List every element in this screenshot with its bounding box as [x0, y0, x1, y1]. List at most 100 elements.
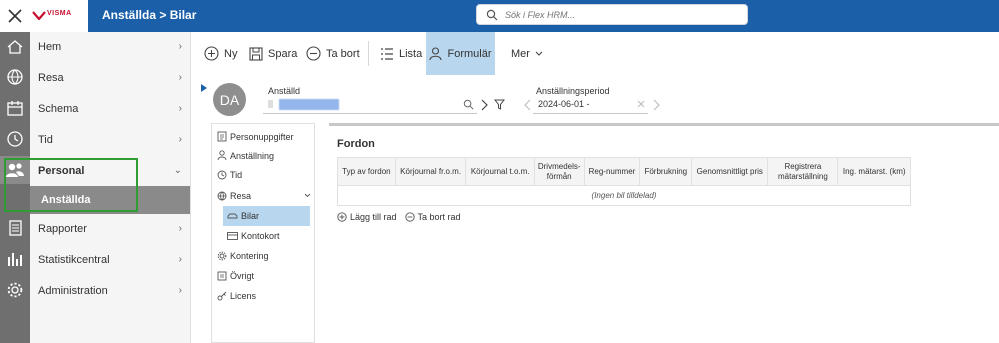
toolbar: Ny Spara Ta bort Lista Formulär Mer	[191, 32, 999, 75]
tree-item-personuppgifter[interactable]: Personuppgifter	[217, 127, 320, 146]
tree-item-anstallning[interactable]: Anställning	[217, 146, 320, 165]
clipboard-icon	[217, 131, 227, 142]
tree-item-label: Licens	[230, 290, 257, 301]
more-button[interactable]: Mer	[511, 32, 543, 75]
vehicle-panel: Fordon Typ av fordon Körjournal fr.o.m. …	[329, 123, 999, 343]
close-button[interactable]	[0, 0, 30, 32]
new-button-label: Ny	[224, 47, 238, 60]
tree-item-ovrigt[interactable]: Övrigt	[217, 266, 320, 285]
tree-item-licens[interactable]: Licens	[217, 286, 320, 305]
top-bar: VISMA Anställda > Bilar	[0, 0, 999, 32]
rail-travel[interactable]	[0, 63, 30, 91]
add-row-label: Lägg till rad	[350, 212, 397, 222]
period-select[interactable]: 2024-06-01 -	[533, 96, 648, 114]
collapse-arrow-icon[interactable]	[201, 84, 207, 92]
column-header[interactable]: Genomsnittligt pris	[691, 157, 769, 186]
form-view-label: Formulär	[447, 47, 492, 60]
period-value: 2024-06-01 -	[538, 99, 590, 109]
employee-label: Anställd	[268, 86, 301, 96]
tree-item-label: Bilar	[241, 211, 260, 221]
add-row-button[interactable]: Lägg till rad	[337, 212, 397, 222]
column-header[interactable]: Körjournal fr.o.m.	[394, 157, 467, 186]
close-icon	[8, 9, 22, 23]
toolbar-divider	[368, 41, 369, 66]
sidebar-item-schema[interactable]: Schema ›	[30, 94, 190, 124]
save-button-label: Spara	[268, 47, 298, 60]
delete-row-button[interactable]: Ta bort rad	[404, 212, 461, 222]
table-row: (Ingen bil tilldelad)	[337, 185, 911, 206]
search-input[interactable]	[505, 5, 745, 24]
new-button[interactable]: Ny	[204, 32, 237, 75]
chevron-right-icon: ›	[178, 134, 182, 145]
sidebar-item-tid[interactable]: Tid ›	[30, 125, 190, 155]
key-icon	[217, 291, 227, 300]
redacted-name	[279, 99, 339, 110]
rail-home[interactable]	[0, 33, 30, 61]
column-header[interactable]: Körjournal t.o.m.	[465, 157, 535, 186]
rail-schedule[interactable]	[0, 94, 30, 122]
sidebar-item-label: Statistikcentral	[38, 254, 110, 266]
gear-icon	[217, 251, 227, 260]
minus-circle-icon	[404, 212, 415, 222]
list-icon	[381, 47, 393, 60]
sidebar-item-rapporter[interactable]: Rapporter ›	[30, 214, 190, 244]
search-icon[interactable]	[463, 99, 474, 110]
close-icon[interactable]	[637, 100, 645, 108]
tree-item-label: Kontering	[230, 250, 269, 261]
sidebar-item-administration[interactable]: Administration ›	[30, 276, 190, 306]
sidebar-item-label: Tid	[38, 134, 53, 146]
chevron-left-icon[interactable]	[524, 99, 531, 111]
gear-icon	[7, 282, 23, 298]
sidebar-item-hem[interactable]: Hem ›	[30, 32, 190, 62]
visma-logo-icon	[32, 11, 46, 20]
delete-row-label: Ta bort rad	[417, 212, 461, 222]
rail-reports[interactable]	[0, 214, 30, 242]
plus-circle-icon	[204, 46, 219, 61]
form-view-button[interactable]: Formulär	[426, 32, 495, 75]
chevron-right-icon: ›	[178, 72, 182, 83]
tree-item-tid[interactable]: Tid	[217, 165, 320, 184]
rail-statistics[interactable]	[0, 245, 30, 273]
document-icon	[9, 220, 22, 236]
column-header[interactable]: Förbrukning	[639, 157, 693, 186]
home-icon	[7, 40, 23, 54]
credit-card-icon	[227, 231, 238, 240]
search-icon	[486, 9, 498, 21]
column-header[interactable]: Drivmedels-förmån	[533, 157, 585, 186]
plus-circle-icon	[337, 212, 347, 222]
rail-administration[interactable]	[0, 276, 30, 304]
list-view-button[interactable]: Lista	[380, 32, 422, 75]
chevron-down-icon: ⌄	[173, 165, 182, 176]
column-header[interactable]: Ing. mätarst. (km)	[837, 157, 911, 186]
rail-time[interactable]	[0, 125, 30, 153]
person-icon	[217, 150, 227, 161]
brand-logo[interactable]: VISMA	[30, 0, 88, 32]
sidebar-item-resa[interactable]: Resa ›	[30, 63, 190, 93]
chevron-right-icon[interactable]	[653, 99, 660, 111]
period-label: Anställningsperiod	[536, 86, 610, 96]
chevron-right-icon: ›	[178, 103, 182, 114]
tree-item-label: Tid	[230, 169, 243, 180]
filter-icon[interactable]	[494, 99, 505, 110]
highlight-box-personal	[4, 158, 138, 212]
tree-item-bilar[interactable]: Bilar	[223, 206, 310, 226]
search-box[interactable]	[476, 4, 748, 25]
tree-item-kontering[interactable]: Kontering	[217, 246, 320, 265]
column-header[interactable]: Registrera mätarställning	[767, 157, 839, 186]
more-button-label: Mer	[511, 47, 530, 60]
sidebar-item-label: Hem	[38, 41, 62, 53]
column-header[interactable]: Reg-nummer	[583, 157, 641, 186]
tree-item-resa[interactable]: Resa	[217, 186, 313, 205]
employee-field[interactable]	[263, 96, 477, 114]
calendar-icon	[7, 101, 23, 116]
section-tree: Personuppgifter Anställning Tid Resa Bil…	[211, 123, 315, 343]
tree-item-label: Övrigt	[230, 270, 255, 281]
sidebar-item-statistikcentral[interactable]: Statistikcentral ›	[30, 245, 190, 275]
avatar-initials: DA	[219, 91, 240, 108]
tree-item-kontokort[interactable]: Kontokort	[227, 226, 330, 245]
save-button[interactable]: Spara	[249, 32, 297, 75]
column-header[interactable]: Typ av fordon	[337, 157, 396, 186]
person-small-icon	[268, 100, 273, 108]
delete-button[interactable]: Ta bort	[306, 32, 360, 75]
chevron-right-icon[interactable]	[481, 99, 488, 111]
